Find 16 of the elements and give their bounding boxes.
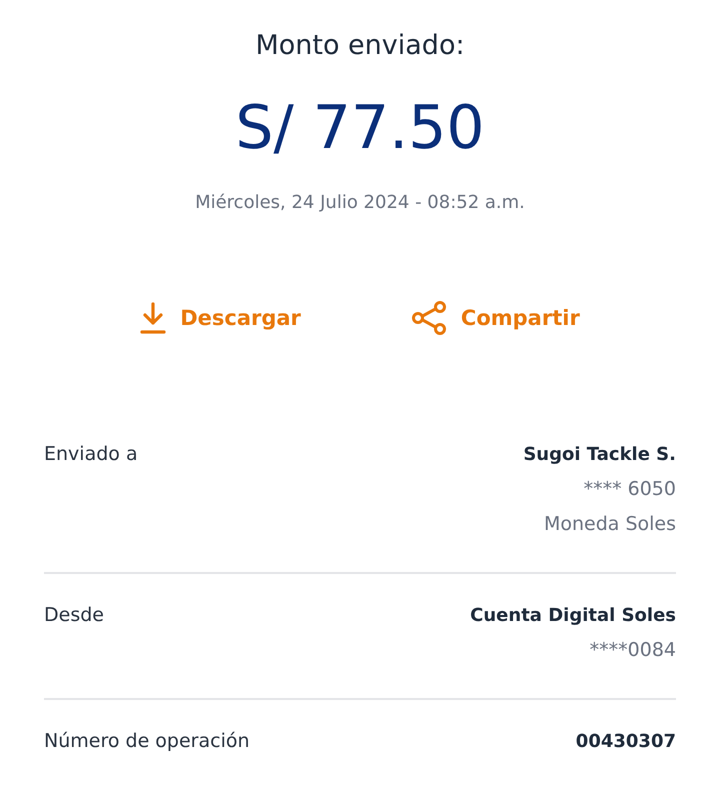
detail-value: 00430307	[576, 730, 676, 754]
receipt-title: Monto enviado:	[254, 29, 466, 63]
detail-value: ****0084	[590, 638, 676, 663]
detail-label: Enviado a	[44, 442, 138, 467]
detail-value: Sugoi Tackle S.	[523, 443, 676, 467]
share-icon	[410, 301, 447, 335]
amount-sent: S/ 77.50	[234, 93, 486, 163]
detail-value: **** 6050	[584, 477, 676, 502]
download-button[interactable]: Descargar	[140, 301, 301, 335]
detail-label: Desde	[44, 603, 104, 628]
transaction-date: Miércoles, 24 Julio 2024 - 08:52 a.m.	[194, 191, 526, 215]
share-button[interactable]: Compartir	[410, 301, 580, 335]
detail-value: Moneda Soles	[544, 512, 676, 537]
detail-value: Cuenta Digital Soles	[470, 604, 676, 628]
detail-label: Número de operación	[44, 729, 250, 754]
download-icon	[140, 301, 166, 335]
